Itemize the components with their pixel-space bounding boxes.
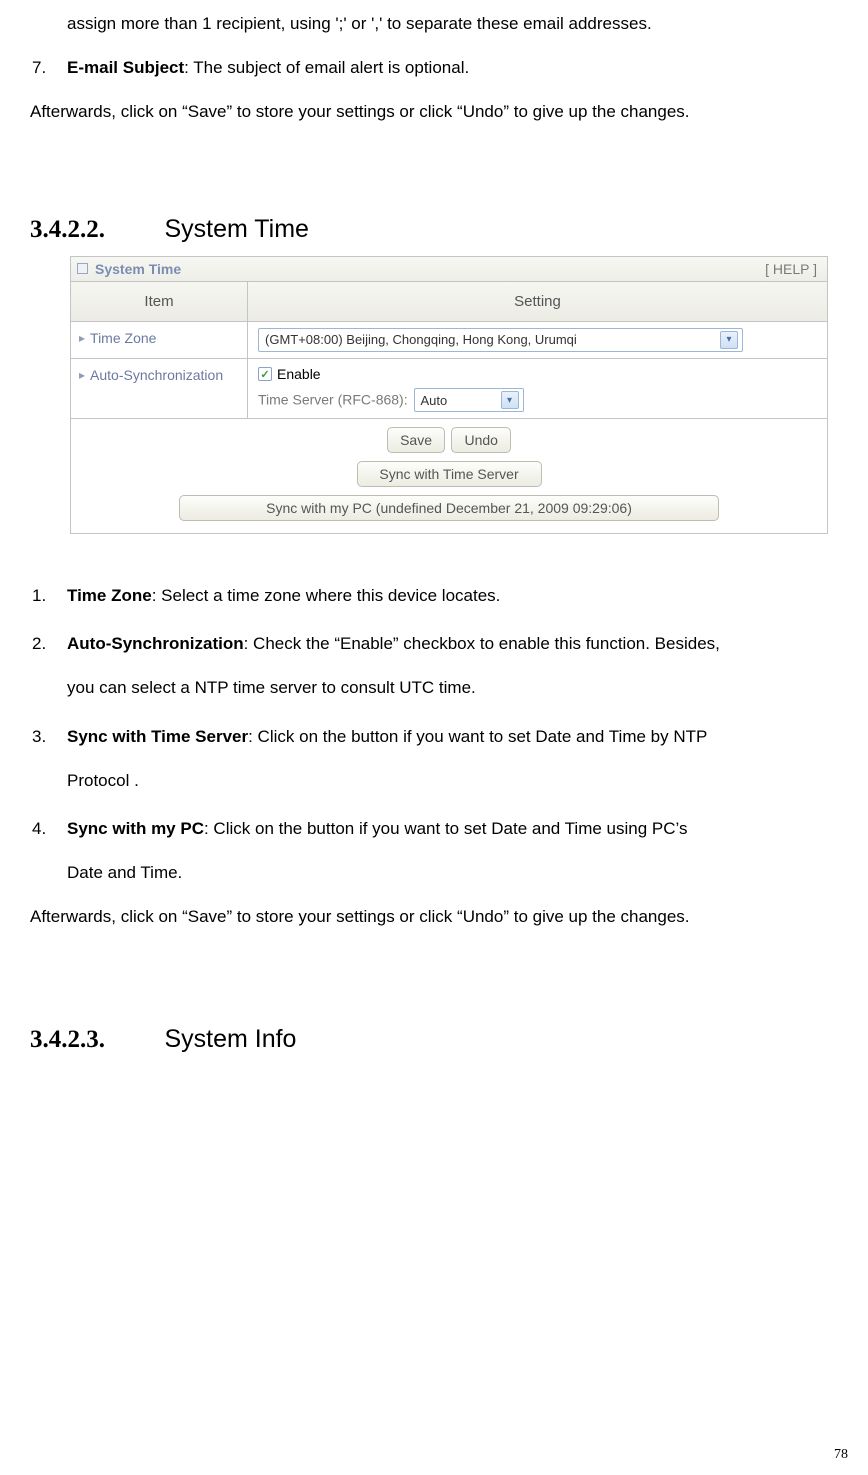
para-afterwards-2: Afterwards, click on “Save” to store you… — [30, 895, 838, 939]
label-autosync: ▸ Auto-Synchronization — [71, 359, 248, 419]
list-item-3: 3. Sync with Time Server: Click on the b… — [30, 715, 838, 759]
item7-bold: E-mail Subject — [67, 58, 184, 77]
undo-button[interactable]: Undo — [451, 427, 510, 453]
item3-rest-b: Protocol . — [30, 759, 838, 803]
panel-titlebar: System Time [ HELP ] — [71, 257, 827, 282]
save-button[interactable]: Save — [387, 427, 445, 453]
enable-label: Enable — [277, 366, 321, 382]
timeserver-label: Time Server (RFC-868): — [258, 392, 408, 408]
item1-rest: : Select a time zone where this device l… — [152, 586, 501, 605]
item4-rest-a: : Click on the button if you want to set… — [204, 819, 688, 838]
header-setting: Setting — [248, 282, 827, 321]
list-item-2: 2. Auto-Synchronization: Check the “Enab… — [30, 622, 838, 666]
list-number: 1. — [32, 574, 46, 618]
help-link[interactable]: [ HELP ] — [765, 261, 817, 277]
sync-timeserver-button[interactable]: Sync with Time Server — [357, 461, 542, 487]
list-item-7: 7. E-mail Subject: The subject of email … — [30, 46, 838, 90]
chevron-down-icon: ▾ — [501, 391, 519, 409]
item7-rest: : The subject of email alert is optional… — [184, 58, 469, 77]
heading-number: 3.4.2.3. — [30, 1026, 160, 1054]
timeserver-value: Auto — [421, 393, 448, 408]
item2-rest-b: you can select a NTP time server to cons… — [30, 666, 838, 710]
item4-rest-b: Date and Time. — [30, 851, 838, 895]
item3-bold: Sync with Time Server — [67, 727, 248, 746]
item2-rest-a: : Check the “Enable” checkbox to enable … — [244, 634, 720, 653]
panel-icon — [77, 263, 88, 274]
list-item-1: 1. Time Zone: Select a time zone where t… — [30, 574, 838, 618]
row-timezone: ▸ Time Zone (GMT+08:00) Beijing, Chongqi… — [71, 322, 827, 359]
heading-3-4-2-3: 3.4.2.3. System Info — [30, 1025, 838, 1054]
timezone-value: (GMT+08:00) Beijing, Chongqing, Hong Kon… — [265, 332, 577, 347]
arrow-icon: ▸ — [79, 368, 85, 382]
arrow-icon: ▸ — [79, 331, 85, 345]
timeserver-select[interactable]: Auto ▾ — [414, 388, 524, 412]
page-number: 78 — [834, 1447, 848, 1463]
timezone-select[interactable]: (GMT+08:00) Beijing, Chongqing, Hong Kon… — [258, 328, 743, 352]
list-number: 4. — [32, 807, 46, 851]
list-number: 2. — [32, 622, 46, 666]
para-continuation: assign more than 1 recipient, using ';' … — [30, 2, 838, 46]
chevron-down-icon: ▾ — [720, 331, 738, 349]
item2-bold: Auto-Synchronization — [67, 634, 244, 653]
table-header: Item Setting — [71, 282, 827, 322]
row-autosync: ▸ Auto-Synchronization ✓ Enable Time Ser… — [71, 359, 827, 420]
item3-rest-a: : Click on the button if you want to set… — [248, 727, 707, 746]
label-autosync-text: Auto-Synchronization — [90, 367, 223, 383]
item4-bold: Sync with my PC — [67, 819, 204, 838]
enable-checkbox[interactable]: ✓ — [258, 367, 272, 381]
sync-pc-button[interactable]: Sync with my PC (undefined December 21, … — [179, 495, 719, 521]
heading-title: System Time — [164, 215, 308, 243]
heading-3-4-2-2: 3.4.2.2. System Time — [30, 215, 838, 244]
panel-title: System Time — [95, 261, 181, 277]
item1-bold: Time Zone — [67, 586, 152, 605]
label-timezone: ▸ Time Zone — [71, 322, 248, 358]
para-afterwards-1: Afterwards, click on “Save” to store you… — [30, 90, 838, 134]
button-row: Save Undo Sync with Time Server Sync wit… — [71, 419, 827, 533]
list-number: 7. — [32, 46, 46, 90]
list-item-4: 4. Sync with my PC: Click on the button … — [30, 807, 838, 851]
heading-number: 3.4.2.2. — [30, 216, 160, 244]
enable-checkbox-row: ✓ Enable — [258, 366, 321, 382]
heading-title: System Info — [164, 1025, 296, 1053]
list-number: 3. — [32, 715, 46, 759]
system-time-panel: System Time [ HELP ] Item Setting ▸ Time… — [70, 256, 828, 535]
label-timezone-text: Time Zone — [90, 330, 156, 346]
header-item: Item — [71, 282, 248, 321]
